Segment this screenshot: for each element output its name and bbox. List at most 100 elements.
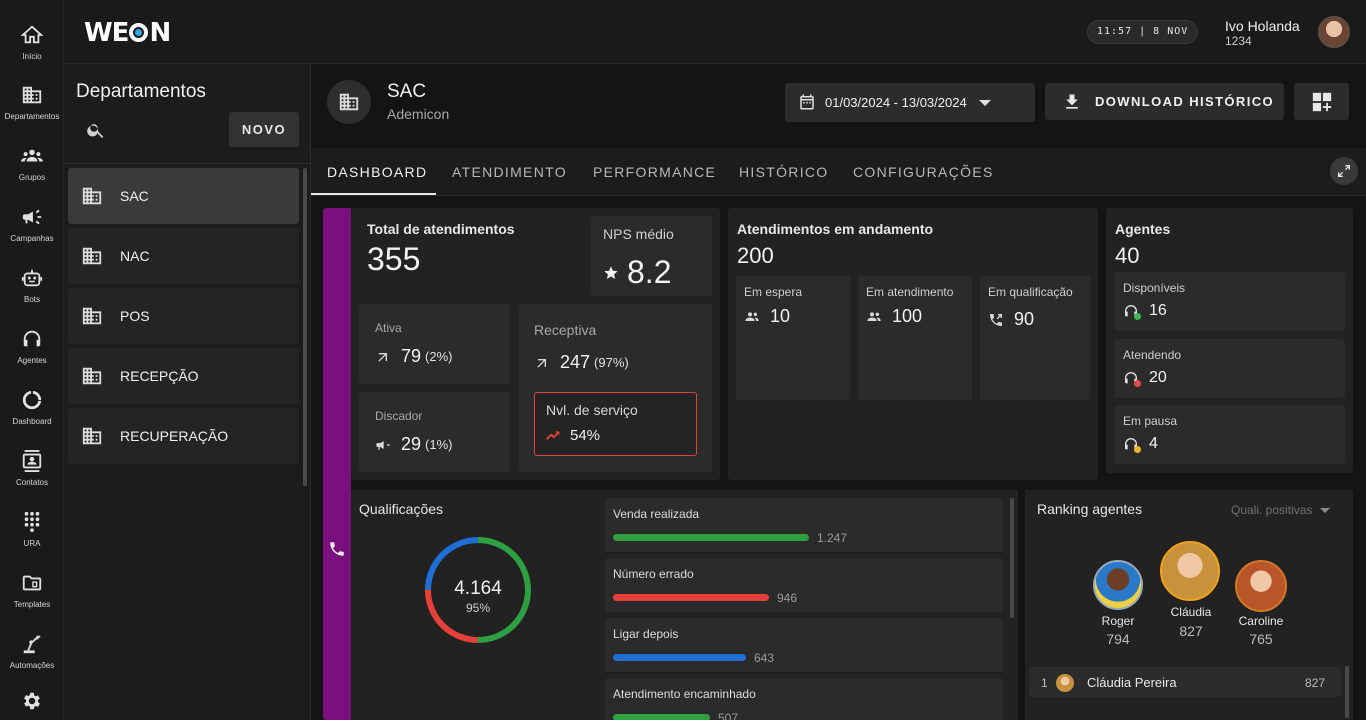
building-icon: [82, 307, 102, 325]
rail-label: URA: [23, 539, 41, 548]
user-avatar[interactable]: [1318, 16, 1350, 48]
department-item-recuperacao[interactable]: RECUPERAÇÃO: [68, 408, 299, 464]
avatar-roger[interactable]: [1093, 560, 1143, 610]
people-icon: [745, 311, 759, 321]
megaphone-icon: [376, 440, 390, 450]
qualificacao-row[interactable]: Venda realizada 1.247: [605, 498, 1003, 552]
rail-item-agentes[interactable]: Agentes: [0, 324, 64, 380]
fullscreen-button[interactable]: [1330, 157, 1358, 185]
rail-item-ura[interactable]: URA: [0, 507, 64, 563]
discador-value-row: 29 (1%): [375, 434, 452, 455]
department-label: POS: [120, 308, 150, 324]
donut-icon: [22, 390, 42, 410]
qualificacao-row[interactable]: Número errado 946: [605, 558, 1003, 612]
ranking-score: 827: [1305, 676, 1326, 690]
page-title: SAC: [387, 81, 427, 102]
em-atendimento-label: Em atendimento: [866, 285, 954, 299]
date-range-picker[interactable]: 01/03/2024 - 13/03/2024: [785, 83, 1035, 122]
department-item-recepcao[interactable]: RECEPÇÃO: [68, 348, 299, 404]
receptiva-value-row: 247 (97%): [534, 352, 629, 373]
department-item-pos[interactable]: POS: [68, 288, 299, 344]
home-icon: [21, 25, 43, 44]
nps-label: NPS médio: [603, 226, 674, 242]
avatar: [1056, 674, 1074, 692]
agentes-status-value: 20: [1149, 369, 1167, 386]
rail-label: Automações: [9, 661, 55, 670]
arrow-outward-icon: [378, 352, 387, 362]
qualificacao-value: 946: [777, 591, 798, 605]
building-icon: [339, 93, 359, 111]
department-item-nac[interactable]: NAC: [68, 228, 299, 284]
rail-item-departamentos[interactable]: Departamentos: [0, 80, 64, 136]
em-qualificacao-value: 90: [1014, 309, 1035, 329]
ranking-row[interactable]: 1 Cláudia Pereira 827: [1029, 667, 1341, 697]
qualificacao-value: 507: [718, 711, 739, 720]
expand-icon: [1338, 165, 1350, 177]
dialpad-icon: [24, 511, 40, 533]
rail-item-dashboard[interactable]: Dashboard: [0, 385, 64, 441]
headset-icon: [1123, 303, 1141, 320]
em-qualificacao-box: Em qualificação 90: [980, 276, 1090, 400]
search-icon[interactable]: [86, 120, 106, 140]
rail-item-inicio[interactable]: Início: [0, 20, 64, 76]
download-history-button[interactable]: DOWNLOAD HISTÓRICO: [1045, 83, 1284, 120]
status-dot: [1134, 313, 1141, 320]
rail-item-campanhas[interactable]: Campanhas: [0, 202, 64, 258]
rail-item-contatos[interactable]: Contatos: [0, 446, 64, 502]
agentes-pausa-box: Em pausa 4: [1114, 405, 1345, 464]
podium-score: 794: [1106, 631, 1130, 647]
status-dot: [1134, 380, 1141, 387]
qualificacao-row[interactable]: Atendimento encaminhado 507: [605, 678, 1003, 720]
left-rail: Início Departamentos Grupos Campanhas Bo…: [0, 0, 64, 720]
nps-value: 8.2: [627, 254, 672, 290]
agentes-disponiveis-box: Disponíveis 16: [1114, 272, 1345, 331]
rail-item-templates[interactable]: Templates: [0, 568, 64, 624]
ranking-filter-select[interactable]: Quali. positivas: [1231, 503, 1331, 517]
departments-scrollbar[interactable]: [303, 168, 307, 486]
tab-performance[interactable]: PERFORMANCE: [593, 164, 716, 180]
em-atendimento-box: Em atendimento 100: [858, 276, 972, 400]
page-subtitle: Ademicon: [387, 106, 450, 122]
tab-configuracoes[interactable]: CONFIGURAÇÕES: [853, 164, 994, 180]
receptiva-pct: (97%): [594, 355, 629, 370]
department-label: SAC: [120, 188, 149, 204]
discador-pct: (1%): [425, 437, 453, 452]
department-label: RECUPERAÇÃO: [120, 428, 229, 444]
rail-item-automacoes[interactable]: Automações: [0, 629, 64, 685]
people-icon: [867, 311, 881, 321]
phone-icon: [328, 540, 346, 558]
qualificacao-row[interactable]: Ligar depois 643: [605, 618, 1003, 672]
add-widget-button[interactable]: [1294, 83, 1349, 120]
rail-label: Departamentos: [4, 112, 60, 121]
department-item-sac[interactable]: SAC: [68, 168, 299, 224]
avatar-caroline[interactable]: [1235, 560, 1287, 612]
divider: [64, 163, 311, 164]
em-qualificacao-label: Em qualificação: [988, 285, 1073, 299]
qualificacoes-scrollbar[interactable]: [1010, 498, 1014, 618]
robot-arm-icon: [23, 635, 41, 654]
tab-atendimento[interactable]: ATENDIMENTO: [452, 164, 567, 180]
robot-icon: [21, 269, 43, 287]
rail-item-bots[interactable]: Bots: [0, 263, 64, 319]
rail-item-settings[interactable]: [0, 686, 64, 720]
rail-label: Campanhas: [10, 234, 54, 243]
agentes-status-label: Em pausa: [1123, 414, 1178, 428]
em-espera-label: Em espera: [744, 285, 803, 299]
building-icon: [82, 427, 102, 445]
new-department-button[interactable]: NOVO: [229, 112, 299, 147]
avatar-claudia[interactable]: [1160, 541, 1220, 601]
date-range-text: 01/03/2024 - 13/03/2024: [825, 95, 967, 110]
weon-logo[interactable]: WE N: [84, 18, 171, 48]
podium-name: Caroline: [1238, 614, 1284, 628]
em-espera-box: Em espera 10: [736, 276, 850, 400]
qualificacoes-card: Qualificações 4.164 95% Venda realizada 1…: [351, 490, 1018, 720]
qualificacao-value: 1.247: [817, 531, 848, 545]
rail-item-grupos[interactable]: Grupos: [0, 141, 64, 197]
receptiva-value: 247: [560, 352, 591, 372]
tab-dashboard[interactable]: DASHBOARD: [327, 164, 427, 180]
ranking-scrollbar[interactable]: [1345, 666, 1349, 718]
tab-historico[interactable]: HISTÓRICO: [739, 164, 828, 180]
qualificacao-label: Venda realizada: [613, 507, 700, 521]
headset-icon: [1123, 436, 1141, 453]
card-title: Ranking agentes: [1037, 501, 1143, 517]
